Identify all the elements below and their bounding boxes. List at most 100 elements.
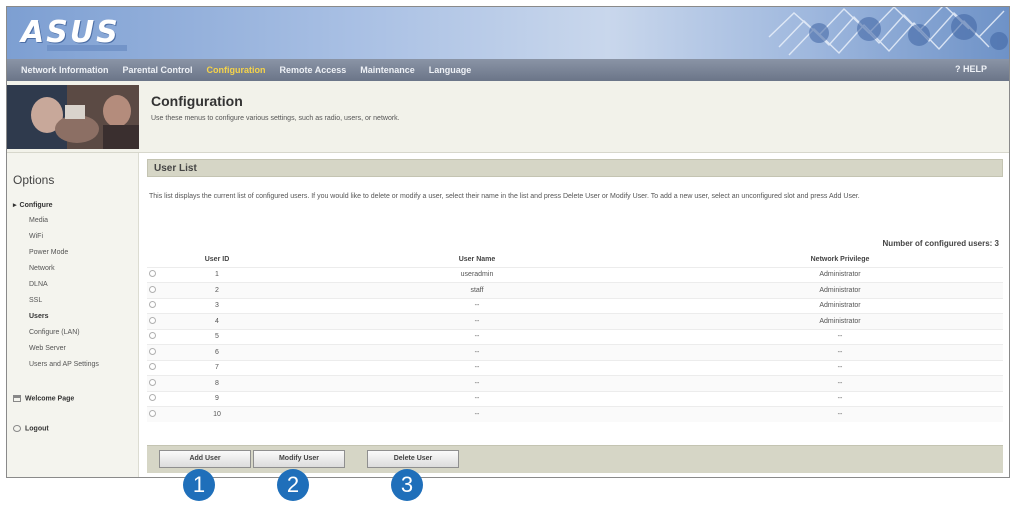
header: ASUS: [7, 7, 1009, 59]
page-description: Use these menus to configure various set…: [151, 115, 400, 122]
sidebar-title: Options: [13, 173, 55, 187]
sidebar-item-users[interactable]: Users: [29, 313, 48, 320]
row-select-radio[interactable]: [147, 282, 157, 298]
user-id-cell: 7: [157, 359, 277, 376]
logout-icon: [13, 425, 21, 432]
sidebar-item-label: Welcome Page: [25, 395, 75, 403]
table-row[interactable]: 8 -- --: [147, 375, 1003, 391]
callout-1: 1: [183, 469, 215, 501]
sidebar-item-web-server[interactable]: Web Server: [29, 345, 66, 352]
table-row[interactable]: 3 -- Administrator: [147, 297, 1003, 314]
main-nav: Network Information Parental Control Con…: [7, 59, 1009, 81]
table-header-user-id: User ID: [204, 256, 230, 264]
radio-icon[interactable]: [148, 301, 156, 309]
radio-icon[interactable]: [148, 394, 156, 402]
nav-configuration[interactable]: Configuration: [207, 65, 266, 75]
sidebar-item-configure-lan[interactable]: Configure (LAN): [29, 329, 80, 336]
user-name-cell: --: [277, 406, 677, 422]
radio-icon[interactable]: [148, 363, 156, 371]
delete-user-button[interactable]: Delete User: [367, 450, 459, 468]
user-id-cell: 5: [157, 328, 277, 345]
row-select-radio[interactable]: [147, 390, 157, 407]
add-user-button[interactable]: Add User: [159, 450, 251, 468]
network-privilege-cell: Administrator: [677, 282, 1003, 298]
user-name-cell: useradmin: [277, 266, 677, 283]
network-privilege-cell: --: [677, 359, 1003, 376]
network-privilege-cell: --: [677, 375, 1003, 391]
table-row[interactable]: 10 -- --: [147, 406, 1003, 422]
radio-icon[interactable]: [148, 378, 156, 386]
radio-icon[interactable]: [148, 270, 156, 278]
table-row[interactable]: 2 staff Administrator: [147, 282, 1003, 298]
user-id-cell: 1: [157, 266, 277, 283]
sidebar-item-network[interactable]: Network: [29, 265, 55, 272]
table-row[interactable]: 5 -- --: [147, 328, 1003, 345]
network-privilege-cell: Administrator: [677, 266, 1003, 283]
row-select-radio[interactable]: [147, 328, 157, 345]
user-id-cell: 10: [157, 406, 277, 422]
radio-icon[interactable]: [148, 347, 156, 355]
row-select-radio[interactable]: [147, 375, 157, 391]
user-table: User ID User Name Network Privilege 1 use…: [147, 253, 1003, 422]
section-title: User List: [154, 163, 197, 174]
radio-icon[interactable]: [148, 316, 156, 324]
action-bar: Add User Modify User Delete User: [147, 445, 1003, 473]
table-row[interactable]: 4 -- Administrator: [147, 313, 1003, 329]
row-select-radio[interactable]: [147, 406, 157, 422]
page-title: Configuration: [151, 93, 243, 109]
row-select-radio[interactable]: [147, 297, 157, 314]
table-row[interactable]: 9 -- --: [147, 390, 1003, 407]
sidebar-item-welcome-page[interactable]: Welcome Page: [13, 395, 74, 402]
table-row[interactable]: 7 -- --: [147, 359, 1003, 376]
user-id-cell: 2: [157, 282, 277, 298]
radio-icon[interactable]: [148, 332, 156, 340]
row-select-radio[interactable]: [147, 313, 157, 329]
sidebar-item-media[interactable]: Media: [29, 217, 48, 224]
sidebar: Options ▸ Configure Media WiFi Power Mode…: [7, 153, 139, 477]
callout-2: 2: [277, 469, 309, 501]
row-select-radio[interactable]: [147, 344, 157, 360]
nav-network-information[interactable]: Network Information: [21, 65, 109, 75]
user-id-cell: 4: [157, 313, 277, 329]
header-decoration: [768, 7, 1008, 56]
main-content: User List This list displays the current…: [147, 153, 1009, 477]
nav-language[interactable]: Language: [429, 65, 472, 75]
radio-icon[interactable]: [148, 285, 156, 293]
sidebar-item-users-ap-settings[interactable]: Users and AP Settings: [29, 361, 99, 368]
user-name-cell: --: [277, 313, 677, 329]
nav-remote-access[interactable]: Remote Access: [280, 65, 347, 75]
network-privilege-cell: Administrator: [677, 297, 1003, 314]
user-id-cell: 9: [157, 390, 277, 407]
table-row[interactable]: 1 useradmin Administrator: [147, 266, 1003, 283]
sidebar-item-ssl[interactable]: SSL: [29, 297, 42, 304]
nav-parental-control[interactable]: Parental Control: [123, 65, 193, 75]
table-header-row: User ID User Name Network Privilege: [147, 253, 1003, 267]
row-select-radio[interactable]: [147, 359, 157, 376]
row-select-radio[interactable]: [147, 266, 157, 283]
network-privilege-cell: Administrator: [677, 313, 1003, 329]
user-name-cell: --: [277, 328, 677, 345]
sidebar-item-configure[interactable]: ▸ Configure: [13, 201, 53, 209]
table-header-network-privilege: Network Privilege: [810, 256, 870, 264]
nav-maintenance[interactable]: Maintenance: [360, 65, 415, 75]
sidebar-item-power-mode[interactable]: Power Mode: [29, 249, 68, 256]
radio-icon[interactable]: [148, 410, 156, 417]
sidebar-item-logout[interactable]: Logout: [13, 425, 49, 432]
table-header-user-name: User Name: [458, 256, 496, 264]
banner-photo: [7, 85, 139, 149]
modify-user-button[interactable]: Modify User: [253, 450, 345, 468]
user-name-cell: --: [277, 390, 677, 407]
callout-3: 3: [391, 469, 423, 501]
user-name-cell: staff: [277, 282, 677, 298]
logo-tagline-bar: [47, 45, 127, 51]
user-id-cell: 8: [157, 375, 277, 391]
table-row[interactable]: 6 -- --: [147, 344, 1003, 360]
sidebar-item-label: Logout: [25, 425, 49, 433]
section-header: User List: [147, 159, 1003, 177]
help-link[interactable]: ? HELP: [955, 64, 987, 74]
section-description: This list displays the current list of c…: [149, 193, 860, 200]
network-privilege-cell: --: [677, 406, 1003, 422]
sidebar-item-wifi[interactable]: WiFi: [29, 233, 43, 240]
network-privilege-cell: --: [677, 390, 1003, 407]
sidebar-item-dlna[interactable]: DLNA: [29, 281, 48, 288]
